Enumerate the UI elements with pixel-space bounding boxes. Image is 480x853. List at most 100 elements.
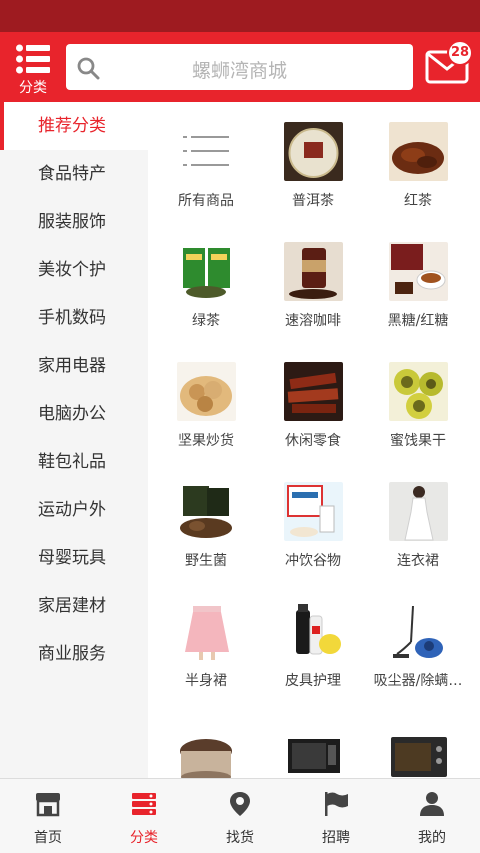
sidebar-item-label: 服装服饰 [38,212,106,232]
grid-item-leather-care[interactable]: 皮具护理 [263,582,363,692]
sidebar-item-business[interactable]: 商业服务 [0,630,148,678]
product-grid: 所有商品 普洱茶 红茶 绿茶 速溶咖啡 黑糖/红糖 坚果炒货 休闲零食 蜜饯果干… [148,102,480,778]
tab-category[interactable]: 分类 [96,779,192,853]
tab-mine[interactable]: 我的 [384,779,480,853]
sidebar-item-appliances[interactable]: 家用电器 [0,342,148,390]
grid-item-puer-tea[interactable]: 普洱茶 [263,102,363,212]
bottom-tab-bar: 首页 分类 找货 招聘 我的 [0,778,480,853]
rice-cooker-image [177,727,236,778]
message-button[interactable]: 28 [422,40,480,96]
product-name: 蜜饯果干 [390,433,446,449]
sidebar-item-office[interactable]: 电脑办公 [0,390,148,438]
product-name: 普洱茶 [292,193,334,209]
category-sidebar: 推荐分类 食品特产 服装服饰 美妆个护 手机数码 家用电器 电脑办公 鞋包礼品 … [0,102,148,778]
sidebar-item-label: 美妆个护 [38,260,106,280]
list-icon [177,122,236,181]
grid-item-oven[interactable] [368,707,468,778]
category-icon [132,793,156,815]
grid-item-snacks[interactable]: 休闲零食 [263,342,363,452]
leather-care-image [284,602,343,661]
brown-sugar-image [389,242,448,301]
tab-find-goods[interactable]: 找货 [192,779,288,853]
product-name: 冲饮谷物 [285,553,341,569]
dried-fruit-image [389,362,448,421]
sidebar-item-label: 家用电器 [38,356,106,376]
sidebar-item-label: 电脑办公 [38,404,106,424]
grid-item-skirt[interactable]: 半身裙 [156,582,256,692]
sidebar-item-label: 运动户外 [38,500,106,520]
sidebar-item-clothing[interactable]: 服装服饰 [0,198,148,246]
product-name: 吸尘器/除螨… [373,673,463,689]
product-name: 所有商品 [178,193,234,209]
grid-item-cereal-drink[interactable]: 冲饮谷物 [263,462,363,572]
sidebar-item-label: 食品特产 [38,164,106,184]
sidebar-item-label: 手机数码 [38,308,106,328]
sidebar-item-recommended[interactable]: 推荐分类 [0,102,148,150]
product-name: 连衣裙 [397,553,439,569]
grid-item-microwave[interactable] [263,707,363,778]
sidebar-item-beauty[interactable]: 美妆个护 [0,246,148,294]
product-name: 绿茶 [192,313,220,329]
cereal-drink-image [284,482,343,541]
grid-item-nuts[interactable]: 坚果炒货 [156,342,256,452]
category-label: 分类 [19,80,47,96]
product-name: 速溶咖啡 [285,313,341,329]
grid-item-black-tea[interactable]: 红茶 [368,102,468,212]
black-tea-image [389,122,448,181]
sidebar-item-label: 家居建材 [38,596,106,616]
grid-item-dress[interactable]: 连衣裙 [368,462,468,572]
microwave-image [284,727,343,778]
sidebar-item-sports[interactable]: 运动户外 [0,486,148,534]
grid-item-all-products[interactable]: 所有商品 [156,102,256,212]
dress-image [389,482,448,541]
grid-item-green-tea[interactable]: 绿茶 [156,222,256,332]
sidebar-item-home-building[interactable]: 家居建材 [0,582,148,630]
oven-image [389,727,448,778]
skirt-image [177,602,236,661]
location-pin-icon [230,792,250,816]
status-bar [0,0,480,32]
tab-label: 招聘 [322,830,350,846]
nuts-image [177,362,236,421]
sidebar-item-label: 推荐分类 [38,116,106,136]
grid-item-rice-cooker[interactable] [156,707,256,778]
product-name: 黑糖/红糖 [387,313,449,329]
category-button[interactable]: 分类 [0,32,66,102]
tab-home[interactable]: 首页 [0,779,96,853]
snack-image [284,362,343,421]
sidebar-item-baby-toys[interactable]: 母婴玩具 [0,534,148,582]
tab-label: 分类 [130,830,158,846]
grid-item-vacuum-cleaner[interactable]: 吸尘器/除螨… [368,582,468,692]
vacuum-cleaner-image [389,602,448,661]
search-placeholder: 螺蛳湾商城 [191,60,287,82]
user-icon [420,792,444,816]
grid-item-wild-mushroom[interactable]: 野生菌 [156,462,256,572]
product-name: 红茶 [404,193,432,209]
grid-item-instant-coffee[interactable]: 速溶咖啡 [263,222,363,332]
tab-recruit[interactable]: 招聘 [288,779,384,853]
tab-label: 首页 [34,830,62,846]
puer-tea-image [284,122,343,181]
category-list-icon [16,44,50,74]
grid-item-brown-sugar[interactable]: 黑糖/红糖 [368,222,468,332]
message-count-badge: 28 [447,40,473,66]
instant-coffee-image [284,242,343,301]
sidebar-item-label: 母婴玩具 [38,548,106,568]
sidebar-item-food[interactable]: 食品特产 [0,150,148,198]
tab-label: 我的 [418,830,446,846]
flag-icon [325,792,348,816]
store-icon [36,793,60,817]
sidebar-item-digital[interactable]: 手机数码 [0,294,148,342]
product-name: 休闲零食 [285,433,341,449]
product-name: 皮具护理 [285,673,341,689]
grid-item-dried-fruit[interactable]: 蜜饯果干 [368,342,468,452]
sidebar-item-shoes-bags[interactable]: 鞋包礼品 [0,438,148,486]
search-input[interactable]: 螺蛳湾商城 [66,44,413,90]
tab-label: 找货 [226,830,254,846]
green-tea-image [177,242,236,301]
product-name: 坚果炒货 [178,433,234,449]
header: 分类 螺蛳湾商城 28 [0,32,480,102]
product-name: 野生菌 [185,553,227,569]
sidebar-item-label: 商业服务 [38,644,106,664]
sidebar-item-label: 鞋包礼品 [38,452,106,472]
